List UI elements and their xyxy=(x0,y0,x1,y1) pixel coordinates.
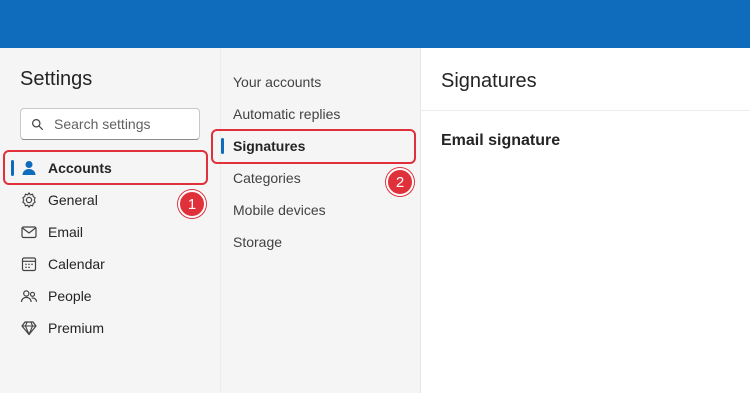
annotation-badge-2: 2 xyxy=(386,168,414,196)
nav-item-email[interactable]: Email xyxy=(10,216,210,248)
nav-item-calendar[interactable]: Calendar xyxy=(10,248,210,280)
settings-title: Settings xyxy=(20,68,93,90)
submenu-item-storage[interactable]: Storage xyxy=(221,226,421,258)
search-settings-input[interactable]: Search settings xyxy=(20,108,200,140)
mail-icon xyxy=(20,223,38,241)
search-icon xyxy=(32,118,43,130)
nav-item-label: Calendar xyxy=(48,256,105,272)
annotation-highlight-accounts xyxy=(3,150,208,185)
people-icon xyxy=(20,287,38,305)
calendar-icon xyxy=(20,255,38,273)
signatures-content-pane: Signatures Email signature xyxy=(420,48,750,393)
nav-item-label: Email xyxy=(48,224,84,240)
submenu-item-mobile-devices[interactable]: Mobile devices xyxy=(221,194,421,226)
annotation-badge-1: 1 xyxy=(178,190,206,218)
nav-item-label: General xyxy=(48,192,98,208)
gear-icon xyxy=(20,191,38,209)
nav-item-label: People xyxy=(48,288,92,304)
search-placeholder: Search settings xyxy=(54,116,151,132)
app-header-bar xyxy=(0,0,750,48)
nav-item-people[interactable]: People xyxy=(10,280,210,312)
nav-item-label: Premium xyxy=(48,320,105,336)
nav-item-premium[interactable]: Premium xyxy=(10,312,210,344)
page-title: Signatures xyxy=(441,70,537,92)
submenu-item-automatic-replies[interactable]: Automatic replies xyxy=(221,98,421,130)
settings-nav-pane: Settings Search settings Accounts Genera… xyxy=(0,48,220,393)
accounts-submenu-pane: Your accounts Automatic replies Signatur… xyxy=(220,48,420,393)
diamond-icon xyxy=(20,319,38,337)
submenu-item-your-accounts[interactable]: Your accounts xyxy=(221,66,421,98)
divider xyxy=(421,110,750,111)
section-heading: Email signature xyxy=(441,132,561,149)
annotation-highlight-signatures xyxy=(211,129,416,164)
